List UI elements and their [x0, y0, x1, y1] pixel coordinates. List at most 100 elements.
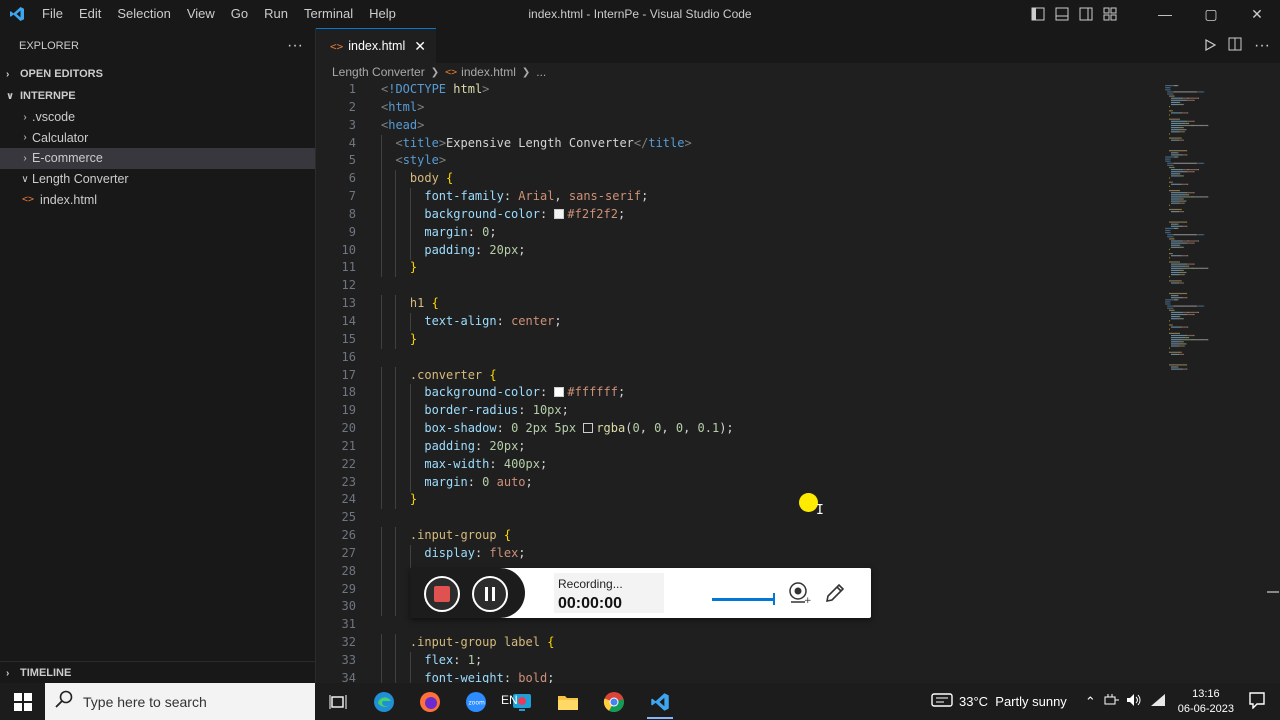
- open-editors-section[interactable]: › OPEN EDITORS: [0, 63, 315, 85]
- volume-icon[interactable]: [1126, 693, 1142, 710]
- code-line[interactable]: 8 background-color: #f2f2f2;: [316, 205, 1156, 224]
- tree-item-index-html[interactable]: <> index.html: [0, 189, 315, 210]
- network-plug-icon[interactable]: [1104, 693, 1120, 710]
- explorer-header: EXPLORER ···: [0, 28, 315, 63]
- show-hidden-icons-icon[interactable]: ⌃: [1085, 694, 1096, 710]
- stop-recording-button[interactable]: [424, 576, 460, 612]
- code-line[interactable]: 15 }: [316, 330, 1156, 349]
- code-line[interactable]: 6 body {: [316, 170, 1156, 189]
- minimap[interactable]: [1161, 81, 1266, 371]
- code-line[interactable]: 31: [316, 616, 1156, 634]
- pause-recording-button[interactable]: [472, 576, 508, 612]
- customize-layout-icon[interactable]: [1098, 0, 1122, 28]
- task-view-icon[interactable]: [315, 683, 361, 720]
- menu-terminal[interactable]: Terminal: [296, 0, 361, 28]
- menu-run[interactable]: Run: [256, 0, 296, 28]
- menu-file[interactable]: File: [34, 0, 71, 28]
- code-line[interactable]: 16: [316, 349, 1156, 367]
- code-line[interactable]: 32 .input-group label {: [316, 634, 1156, 653]
- menu-help[interactable]: Help: [361, 0, 404, 28]
- close-tab-icon[interactable]: ✕: [414, 38, 426, 55]
- tree-item-vscode[interactable]: › .vscode: [0, 107, 315, 128]
- menu-edit[interactable]: Edit: [71, 0, 109, 28]
- minimap-token: [1171, 366, 1175, 368]
- split-editor-icon[interactable]: [1228, 37, 1242, 54]
- breadcrumb-more[interactable]: ...: [536, 65, 546, 79]
- weather-text[interactable]: 33°C Partly sunny: [959, 694, 1067, 709]
- minimap-token: [1178, 131, 1180, 133]
- menu-selection[interactable]: Selection: [109, 0, 178, 28]
- toggle-primary-sidebar-icon[interactable]: [1026, 0, 1050, 28]
- breadcrumb-file[interactable]: index.html: [461, 65, 516, 79]
- zoom-icon[interactable]: zoom: [453, 683, 499, 720]
- code-line[interactable]: 33 flex: 1;: [316, 652, 1156, 670]
- color-swatch[interactable]: [554, 387, 565, 398]
- code-line[interactable]: 17 .converter {: [316, 366, 1156, 385]
- tree-item-ecommerce[interactable]: › E-commerce: [0, 148, 315, 169]
- minimap-token: [1171, 127, 1178, 129]
- code-line[interactable]: 2 <html>: [316, 99, 1156, 117]
- tree-item-calculator[interactable]: › Calculator: [0, 128, 315, 149]
- color-swatch[interactable]: [554, 208, 565, 219]
- minimize-button[interactable]: —: [1142, 0, 1188, 28]
- weather-icon[interactable]: [931, 692, 953, 711]
- timeline-section[interactable]: › TIMELINE: [0, 661, 315, 683]
- code-line[interactable]: 11 }: [316, 259, 1156, 278]
- code-line[interactable]: 12: [316, 277, 1156, 295]
- code-line[interactable]: 7 font-family: Arial, sans-serif;: [316, 188, 1156, 207]
- project-section[interactable]: ∨ INTERNPE: [0, 85, 315, 107]
- code-line[interactable]: 21 padding: 20px;: [316, 437, 1156, 456]
- code-line[interactable]: 4 <title>Expensive Length Converter</tit…: [316, 134, 1156, 153]
- code-line[interactable]: 18 background-color: #ffffff;: [316, 384, 1156, 403]
- more-actions-icon[interactable]: ···: [1254, 37, 1270, 55]
- minimap-token: [1180, 274, 1184, 276]
- firefox-icon[interactable]: [407, 683, 453, 720]
- start-button[interactable]: [0, 683, 45, 720]
- file-explorer-icon[interactable]: [545, 683, 591, 720]
- code-line[interactable]: 22 max-width: 400px;: [316, 455, 1156, 474]
- code-line[interactable]: 23 margin: 0 auto;: [316, 473, 1156, 492]
- taskbar-search-box[interactable]: Type here to search: [45, 683, 315, 720]
- code-line[interactable]: 10 padding: 20px;: [316, 241, 1156, 260]
- code-line[interactable]: 20 box-shadow: 0 2px 5px rgba(0, 0, 0, 0…: [316, 420, 1156, 439]
- tab-index-html[interactable]: <> index.html ✕: [316, 28, 436, 63]
- tree-item-length-converter[interactable]: ∨ Length Converter: [0, 169, 315, 190]
- code-line[interactable]: 5 <style>: [316, 152, 1156, 171]
- wifi-icon[interactable]: [1150, 693, 1166, 710]
- volume-slider[interactable]: [712, 593, 775, 605]
- code-line[interactable]: 3 <head>: [316, 117, 1156, 135]
- notifications-icon[interactable]: [1248, 691, 1266, 712]
- code-line[interactable]: 1 <!DOCTYPE html>: [316, 81, 1156, 99]
- code-line[interactable]: 25: [316, 509, 1156, 527]
- code-line[interactable]: 27 display: flex;: [316, 544, 1156, 563]
- edge-browser-icon[interactable]: [361, 683, 407, 720]
- close-button[interactable]: ✕: [1234, 0, 1280, 28]
- code-line[interactable]: 9 margin: 0;: [316, 223, 1156, 242]
- menu-go[interactable]: Go: [223, 0, 256, 28]
- vertical-scrollbar[interactable]: [1266, 81, 1280, 683]
- code-line[interactable]: 19 border-radius: 10px;: [316, 402, 1156, 421]
- toggle-panel-icon[interactable]: [1050, 0, 1074, 28]
- taskbar-clock[interactable]: 13:16 06-06-2023: [1178, 687, 1234, 717]
- pen-icon[interactable]: [823, 581, 847, 610]
- language-indicator[interactable]: EN: [501, 693, 518, 707]
- toggle-secondary-sidebar-icon[interactable]: [1074, 0, 1098, 28]
- breadcrumb-folder[interactable]: Length Converter: [332, 65, 425, 79]
- code-line[interactable]: 26 .input-group {: [316, 527, 1156, 546]
- maximize-button[interactable]: ▢: [1188, 0, 1234, 28]
- run-icon[interactable]: [1204, 38, 1217, 54]
- code-line[interactable]: 34 font-weight: bold;: [316, 669, 1156, 683]
- menu-view[interactable]: View: [179, 0, 223, 28]
- minimap-token: [1180, 137, 1182, 139]
- minimap-token: [1180, 154, 1183, 156]
- explorer-more-actions-icon[interactable]: ···: [287, 37, 303, 55]
- code-line[interactable]: 13 h1 {: [316, 295, 1156, 314]
- vscode-taskbar-icon[interactable]: [637, 683, 683, 720]
- chrome-icon[interactable]: [591, 683, 637, 720]
- color-swatch[interactable]: [583, 423, 594, 434]
- volume-slider-handle[interactable]: [773, 593, 775, 605]
- code-token: .input-group: [409, 528, 504, 543]
- code-line[interactable]: 14 text-align: center;: [316, 312, 1156, 331]
- webcam-icon[interactable]: +: [787, 581, 812, 610]
- code-line[interactable]: 24 }: [316, 491, 1156, 510]
